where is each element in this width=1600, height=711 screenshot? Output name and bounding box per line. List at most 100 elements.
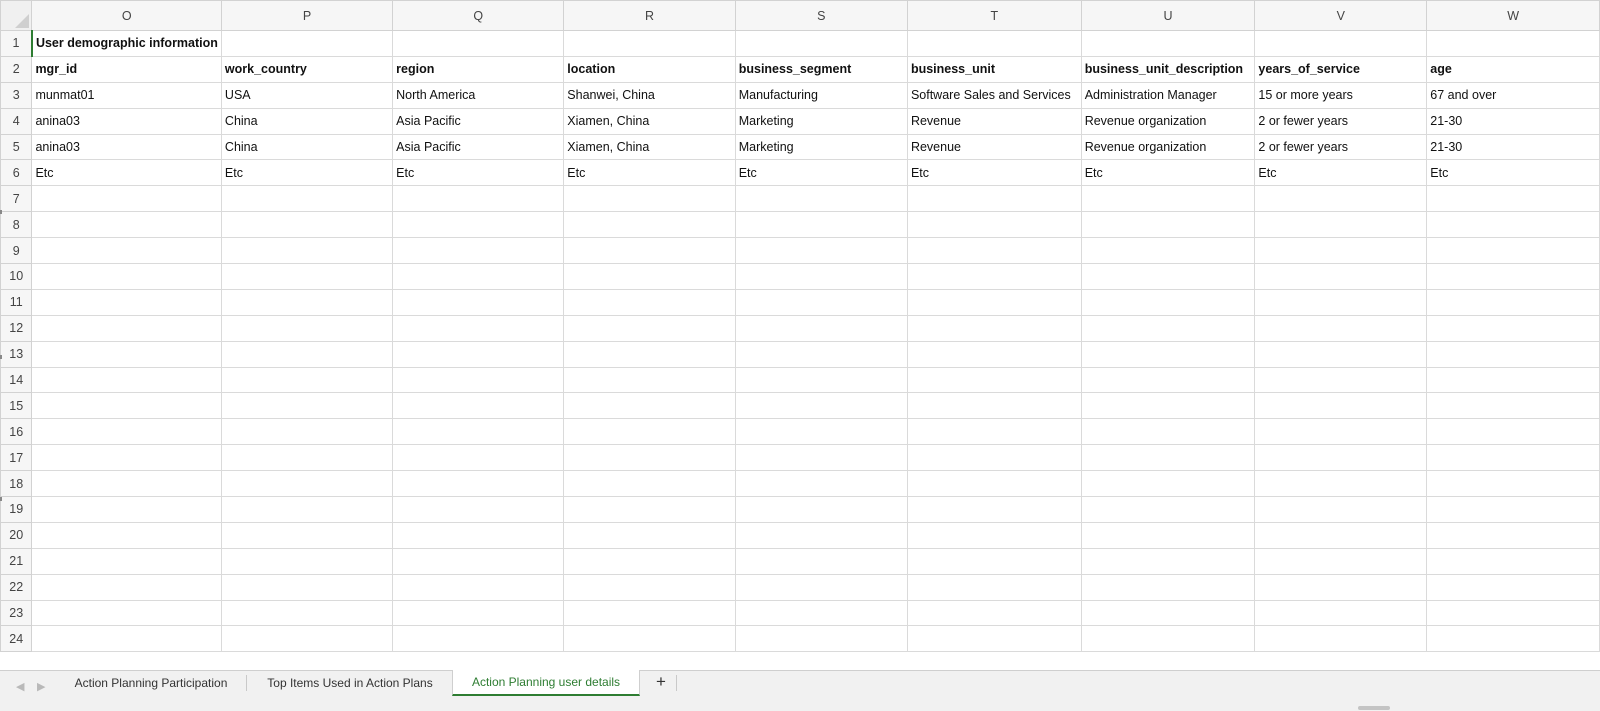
cell-v15[interactable] [1254,392,1428,420]
cell-q13[interactable] [392,340,565,368]
cell-w11[interactable] [1426,288,1600,316]
cell-r19[interactable] [563,496,736,523]
cell-p16[interactable] [220,418,394,446]
cell-q19[interactable] [392,496,565,523]
cell-r21[interactable] [563,547,736,575]
cell-o4[interactable]: anina03 [31,107,222,135]
row-header[interactable]: 8 [0,211,33,239]
cell-w18[interactable] [1426,470,1600,498]
cell-w21[interactable] [1426,547,1600,575]
cell-u17[interactable] [1080,444,1256,472]
cell-w13[interactable] [1426,340,1600,368]
row-header[interactable]: 15 [0,392,33,420]
cell-s6[interactable]: Etc [734,159,908,187]
cell-o11[interactable] [31,288,222,316]
cell-s13[interactable] [734,340,908,368]
cell-v17[interactable] [1254,444,1428,472]
cell-v7[interactable] [1254,185,1428,213]
column-header-s[interactable]: S [734,0,908,31]
cell-w16[interactable] [1426,418,1600,446]
row-header[interactable]: 20 [0,521,33,549]
cell-q9[interactable] [392,237,565,265]
cell-t14[interactable] [906,366,1082,394]
row-header[interactable]: 5 [0,133,33,161]
cell-p2[interactable]: work_country [220,55,394,83]
cell-o18[interactable] [31,470,222,498]
cell-v14[interactable] [1254,366,1428,394]
cell-u6[interactable]: Etc [1080,159,1256,187]
cell-o6[interactable]: Etc [31,159,222,187]
column-header-t[interactable]: T [906,0,1082,31]
cell-q20[interactable] [392,521,565,549]
horizontal-scrollbar-thumb[interactable] [1358,706,1390,710]
cell-s7[interactable] [734,185,908,213]
row-header[interactable]: 4 [0,107,33,135]
cell-p13[interactable] [220,340,394,368]
cell-v3[interactable]: 15 or more years [1254,81,1428,109]
cell-u15[interactable] [1080,392,1256,420]
cell-v19[interactable] [1254,496,1428,523]
cell-v16[interactable] [1254,418,1428,446]
cell-q24[interactable] [392,625,565,653]
cell-p11[interactable] [220,288,394,316]
cell-r11[interactable] [563,288,736,316]
cell-s2[interactable]: business_segment [734,55,908,83]
cell-t4[interactable]: Revenue [906,107,1082,135]
cell-w4[interactable]: 21-30 [1426,107,1600,135]
cell-p10[interactable] [220,263,394,290]
row-header[interactable]: 21 [0,547,33,575]
cell-o8[interactable] [31,211,222,239]
cell-q15[interactable] [392,392,565,420]
cell-q8[interactable] [392,211,565,239]
cell-t12[interactable] [906,314,1082,342]
cell-q17[interactable] [392,444,565,472]
cell-t3[interactable]: Software Sales and Services [906,81,1082,109]
cell-t17[interactable] [906,444,1082,472]
cell-v1[interactable] [1254,30,1428,57]
sheet-tab[interactable]: Action Planning user details [452,670,640,696]
cell-u11[interactable] [1080,288,1256,316]
cell-p21[interactable] [220,547,394,575]
cell-w20[interactable] [1426,521,1600,549]
cell-o2[interactable]: mgr_id [31,55,222,83]
row-header[interactable]: 6 [0,159,33,187]
cell-p1[interactable] [220,30,394,57]
cell-t15[interactable] [906,392,1082,420]
cell-o22[interactable] [31,573,222,601]
cell-v24[interactable] [1254,625,1428,653]
prev-sheet-icon[interactable]: ◀ [16,680,24,693]
cell-o19[interactable] [31,496,222,523]
cell-v4[interactable]: 2 or fewer years [1254,107,1428,135]
cell-r3[interactable]: Shanwei, China [563,81,736,109]
cell-w24[interactable] [1426,625,1600,653]
cell-u4[interactable]: Revenue organization [1080,107,1256,135]
cell-v18[interactable] [1254,470,1428,498]
cell-r4[interactable]: Xiamen, China [563,107,736,135]
cell-s11[interactable] [734,288,908,316]
cell-r5[interactable]: Xiamen, China [563,133,736,161]
cell-s24[interactable] [734,625,908,653]
cell-p8[interactable] [220,211,394,239]
cell-u13[interactable] [1080,340,1256,368]
cell-q23[interactable] [392,599,565,627]
cell-p23[interactable] [220,599,394,627]
cell-v10[interactable] [1254,263,1428,290]
cell-r2[interactable]: location [563,55,736,83]
cell-p5[interactable]: China [220,133,394,161]
cell-r7[interactable] [563,185,736,213]
cell-t13[interactable] [906,340,1082,368]
row-header[interactable]: 23 [0,599,33,627]
cell-q5[interactable]: Asia Pacific [392,133,565,161]
cell-p19[interactable] [220,496,394,523]
row-header[interactable]: 16 [0,418,33,446]
cell-p6[interactable]: Etc [220,159,394,187]
row-header[interactable]: 19 [0,496,33,523]
column-header-p[interactable]: P [220,0,394,31]
cell-s12[interactable] [734,314,908,342]
cell-v22[interactable] [1254,573,1428,601]
cell-o24[interactable] [31,625,222,653]
cell-o5[interactable]: anina03 [31,133,222,161]
cell-q11[interactable] [392,288,565,316]
cell-p24[interactable] [220,625,394,653]
cell-s3[interactable]: Manufacturing [734,81,908,109]
